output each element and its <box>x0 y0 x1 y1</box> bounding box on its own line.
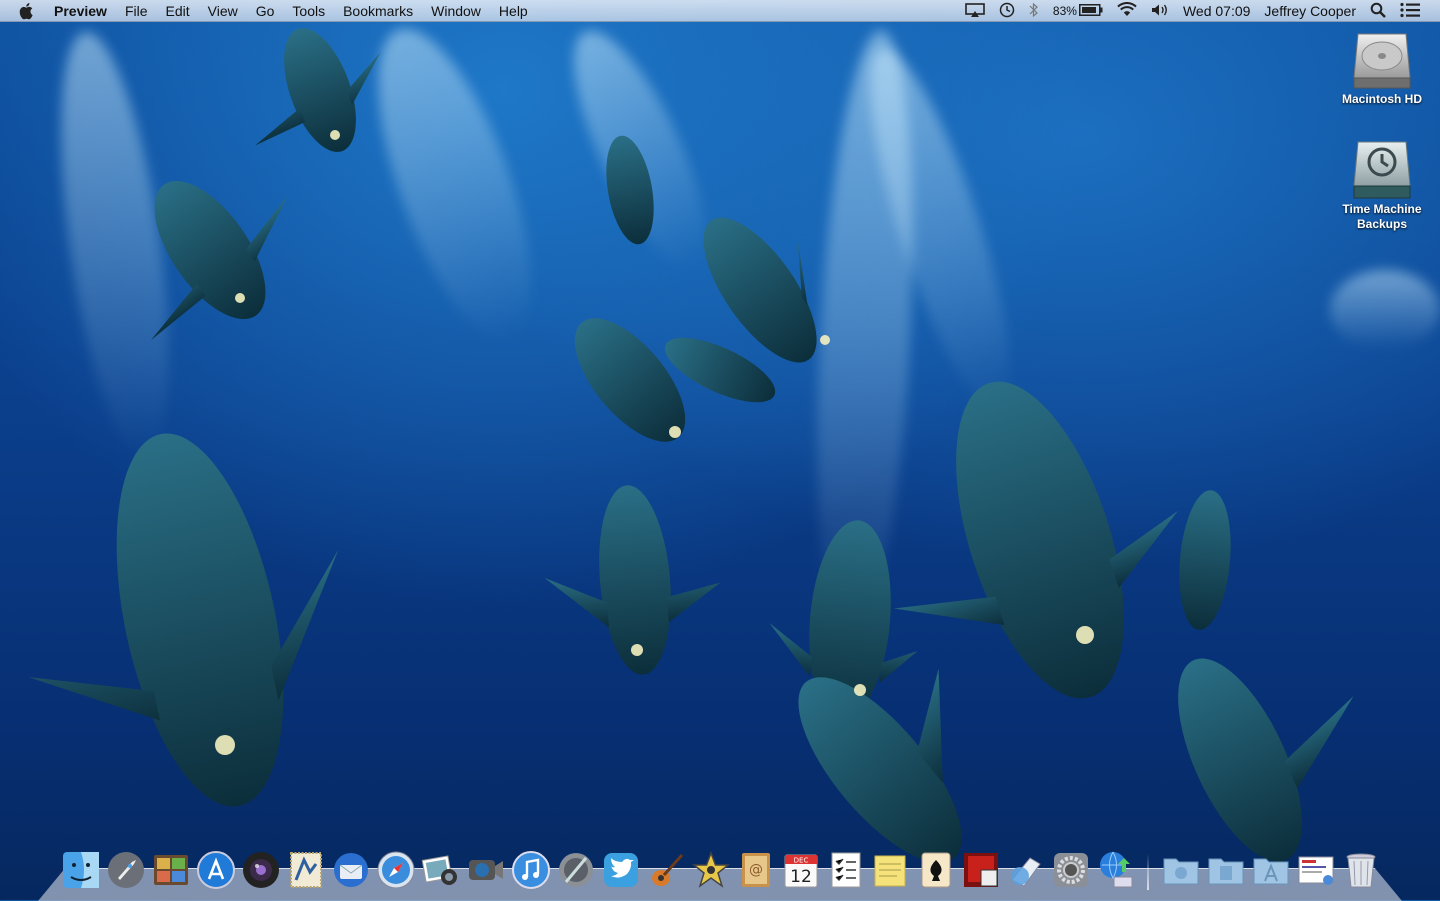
itunes-icon[interactable] <box>509 848 553 892</box>
downloads-folder-icon[interactable] <box>1159 848 1203 892</box>
desktop-icon-macintosh-hd[interactable]: Macintosh HD <box>1332 30 1432 107</box>
clock[interactable]: Wed 07:09 <box>1183 3 1250 19</box>
app-store-icon[interactable] <box>194 848 238 892</box>
iphoto-icon[interactable] <box>419 848 463 892</box>
calendar-icon[interactable]: DEC 12 <box>779 848 823 892</box>
volume-icon[interactable] <box>1151 3 1169 20</box>
menu-view[interactable]: View <box>199 0 247 22</box>
stickies-icon[interactable] <box>869 848 913 892</box>
desktop-icon-label: Macintosh HD <box>1341 92 1422 106</box>
notification-center-icon[interactable] <box>1400 2 1420 21</box>
time-machine-drive-icon <box>1332 140 1432 202</box>
menu-window[interactable]: Window <box>422 0 490 22</box>
twitter-icon[interactable] <box>599 848 643 892</box>
svg-text:@: @ <box>749 862 763 878</box>
photo-theater-icon[interactable] <box>959 848 1003 892</box>
bluetooth-icon[interactable] <box>1029 2 1039 21</box>
photo-booth-icon[interactable] <box>149 848 193 892</box>
user-name[interactable]: Jeffrey Cooper <box>1264 3 1356 19</box>
desktop-icon-label: Time Machine Backups <box>1342 202 1422 231</box>
hard-drive-icon <box>1332 30 1432 92</box>
menu-bookmarks[interactable]: Bookmarks <box>334 0 422 22</box>
menu-help[interactable]: Help <box>490 0 537 22</box>
battery-icon[interactable] <box>1078 3 1103 19</box>
network-utility-icon[interactable] <box>1094 848 1138 892</box>
menu-edit[interactable]: Edit <box>157 0 199 22</box>
system-preferences-icon[interactable] <box>1049 848 1093 892</box>
script-editor-icon[interactable] <box>554 848 598 892</box>
menu-bar: Preview File Edit View Go Tools Bookmark… <box>0 0 1440 22</box>
imovie-icon[interactable] <box>689 848 733 892</box>
svg-text:DEC: DEC <box>793 857 808 865</box>
finder-icon[interactable] <box>59 848 103 892</box>
spotlight-search-icon[interactable] <box>1370 2 1386 21</box>
camera-icon[interactable] <box>239 848 283 892</box>
trash-icon[interactable] <box>1339 848 1383 892</box>
garageband-icon[interactable] <box>644 848 688 892</box>
facetime-icon[interactable] <box>464 848 508 892</box>
time-machine-menu-icon[interactable] <box>999 2 1015 21</box>
menu-tools[interactable]: Tools <box>283 0 334 22</box>
battery-percent[interactable]: 83% <box>1053 4 1077 18</box>
safari-icon[interactable] <box>374 848 418 892</box>
desktop-icon-time-machine-backups[interactable]: Time Machine Backups <box>1332 140 1432 232</box>
reminders-icon[interactable] <box>824 848 868 892</box>
solitaire-icon[interactable] <box>914 848 958 892</box>
applications-folder-icon[interactable] <box>1249 848 1293 892</box>
thunderbird-icon[interactable] <box>329 848 373 892</box>
apple-menu-icon[interactable] <box>16 0 38 22</box>
airplay-icon[interactable] <box>965 2 985 20</box>
wifi-icon[interactable] <box>1117 2 1137 20</box>
menu-file[interactable]: File <box>116 0 157 22</box>
dock: @ DEC 12 <box>58 842 1383 892</box>
dock-separator <box>1147 854 1149 890</box>
preview-icon[interactable] <box>1004 848 1048 892</box>
menu-app-name[interactable]: Preview <box>52 0 116 22</box>
mail-stamp-icon[interactable] <box>284 848 328 892</box>
documents-folder-icon[interactable] <box>1204 848 1248 892</box>
svg-text:12: 12 <box>790 867 812 887</box>
address-book-icon[interactable]: @ <box>734 848 778 892</box>
mail-document-icon[interactable] <box>1294 848 1338 892</box>
launchpad-icon[interactable] <box>104 848 148 892</box>
menu-go[interactable]: Go <box>247 0 284 22</box>
penguins-wallpaper <box>28 28 1354 863</box>
